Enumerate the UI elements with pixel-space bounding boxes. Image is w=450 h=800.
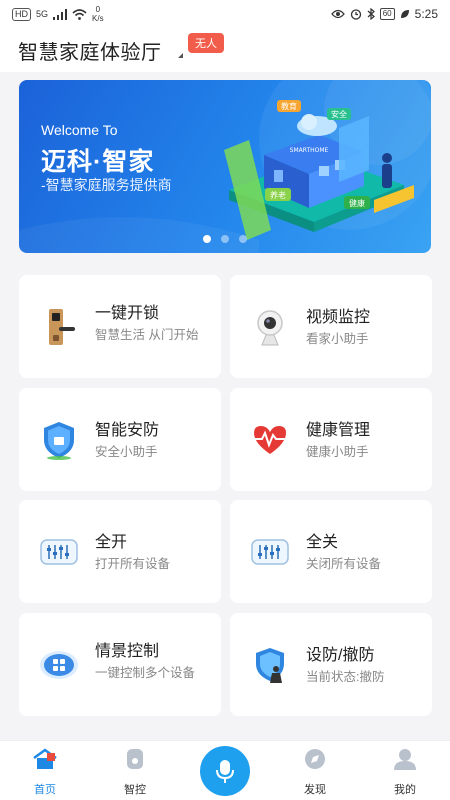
- card-title: 全开: [95, 534, 128, 551]
- home-icon: [33, 748, 57, 769]
- home-selector[interactable]: 智慧家庭体验厅: [18, 36, 162, 65]
- card-title: 全关: [306, 534, 339, 551]
- nav-label: 发现: [304, 784, 326, 796]
- card-title: 视频监控: [306, 309, 371, 326]
- arm-disarm-icon: [256, 648, 284, 683]
- card-security[interactable]: 智能安防 安全小助手: [19, 388, 221, 491]
- mic-icon: [216, 760, 234, 783]
- control-icon: [127, 749, 143, 769]
- card-title: 健康管理: [306, 422, 371, 439]
- card-title: 智能安防: [95, 422, 160, 439]
- card-title: 设防/撤防: [306, 647, 375, 664]
- art-label-smarthome: SMARTHOME: [290, 147, 329, 154]
- art-label-education: 教育: [281, 101, 297, 111]
- profile-icon: [394, 749, 416, 770]
- nav-profile[interactable]: 我的: [375, 747, 435, 797]
- card-all-off[interactable]: 全关 关闭所有设备: [230, 500, 432, 603]
- carousel-dot[interactable]: [221, 235, 229, 243]
- carousel-dot[interactable]: [239, 235, 247, 243]
- switch-panel-icon: [251, 539, 289, 565]
- art-label-safety: 安全: [331, 109, 347, 119]
- eye-icon: [330, 9, 345, 19]
- occupancy-badge: 无人: [188, 33, 224, 53]
- card-scene-control[interactable]: 情景控制 一键控制多个设备: [19, 613, 221, 716]
- camera-icon: [257, 310, 283, 346]
- card-unlock[interactable]: 一键开锁 智慧生活 从门开始: [19, 275, 221, 378]
- voice-button[interactable]: [200, 746, 250, 796]
- card-subtitle: 健康小助手: [306, 445, 369, 459]
- net-type: 5G: [36, 9, 49, 19]
- card-title: 情景控制: [95, 643, 160, 660]
- card-subtitle: 安全小助手: [95, 445, 158, 459]
- card-subtitle: 一键控制多个设备: [95, 666, 196, 680]
- door-lock-icon: [49, 309, 75, 345]
- status-right: 60 5:25: [330, 7, 438, 21]
- scene-panel-icon: [40, 651, 78, 679]
- hd-indicator: HD: [12, 7, 31, 21]
- art-label-health: 健康: [349, 198, 365, 208]
- shield-icon: [44, 422, 74, 460]
- card-subtitle: 打开所有设备: [95, 557, 171, 571]
- promo-banner[interactable]: 教育 安全 SMARTHOME 养老 健康 Welcome To 迈科·智家 -…: [19, 80, 431, 253]
- status-left: HD 5G 0 K/s: [12, 5, 104, 23]
- card-all-on[interactable]: 全开 打开所有设备: [19, 500, 221, 603]
- card-arm-disarm[interactable]: 设防/撤防 当前状态:撤防: [230, 613, 432, 716]
- card-subtitle: 智慧生活 从门开始: [95, 328, 199, 342]
- signal-icon: [53, 8, 68, 20]
- alarm-icon: [350, 9, 361, 20]
- net-speed: 0 K/s: [92, 5, 104, 23]
- card-video-monitor[interactable]: 视频监控 看家小助手: [230, 275, 432, 378]
- carousel-dot[interactable]: [203, 235, 211, 243]
- banner-subtitle: -智慧家庭服务提供商: [41, 177, 172, 193]
- card-subtitle: 关闭所有设备: [306, 557, 382, 571]
- wifi-icon: [72, 8, 87, 20]
- clock: 5:25: [414, 7, 438, 21]
- card-subtitle: 看家小助手: [306, 332, 369, 346]
- discover-icon: [305, 749, 325, 769]
- nav-control[interactable]: 智控: [105, 747, 165, 797]
- card-title: 一键开锁: [95, 305, 160, 322]
- bottom-nav: 首页 智控 发现 我的: [0, 740, 450, 800]
- nav-label: 首页: [34, 784, 56, 796]
- nav-label: 我的: [394, 784, 416, 796]
- nav-home[interactable]: 首页: [15, 747, 75, 797]
- banner-welcome: Welcome To: [41, 122, 118, 138]
- leaf-icon: [400, 10, 409, 18]
- switch-panel-icon: [40, 539, 78, 565]
- nav-discover[interactable]: 发现: [285, 747, 345, 797]
- app-header: 智慧家庭体验厅 无人: [0, 28, 450, 72]
- art-label-eldercare: 养老: [270, 190, 286, 200]
- card-health[interactable]: 健康管理 健康小助手: [230, 388, 432, 491]
- card-subtitle: 当前状态:撤防: [306, 670, 385, 684]
- status-bar: HD 5G 0 K/s 60 5:25: [0, 0, 450, 28]
- banner-brand: 迈科·智家: [41, 148, 155, 176]
- battery-icon: 60: [379, 8, 395, 20]
- bluetooth-icon: [367, 8, 375, 20]
- heart-pulse-icon: [252, 426, 288, 454]
- dropdown-caret-icon[interactable]: [178, 53, 183, 58]
- carousel-indicator: [19, 235, 431, 243]
- nav-label: 智控: [124, 784, 146, 796]
